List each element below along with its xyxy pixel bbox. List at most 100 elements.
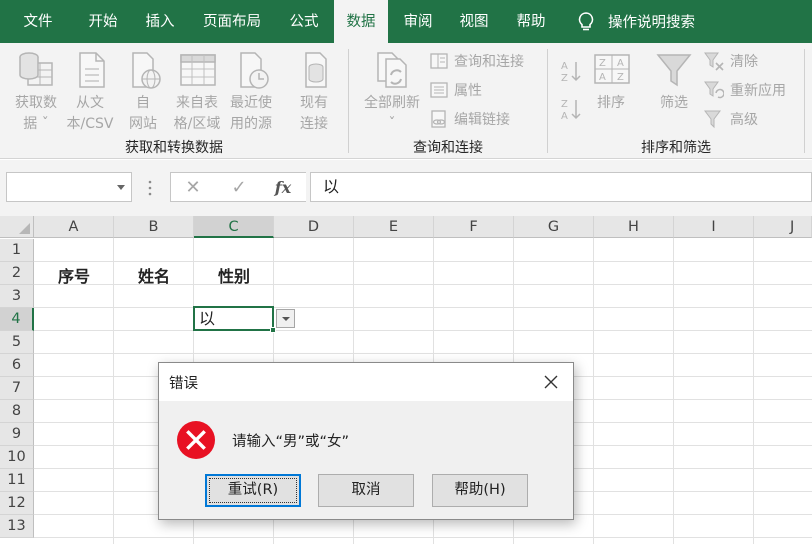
get-data-button[interactable]: 获取数 据 ˇ — [10, 49, 62, 135]
error-dialog: 错误 请输入“男”或“女” 重试(R) 取消 帮助(H) — [158, 362, 574, 520]
row-header-6[interactable]: 6 — [0, 354, 34, 377]
edit-links-button[interactable]: 编辑链接 — [430, 107, 510, 131]
column-header-d[interactable]: D — [274, 216, 354, 238]
column-header-a[interactable]: A — [34, 216, 114, 238]
row-header-7[interactable]: 7 — [0, 377, 34, 400]
advanced-filter-button[interactable]: 高级 — [704, 107, 758, 131]
sort-ascending-button[interactable]: A Z — [560, 59, 588, 83]
tab-view[interactable]: 视图 — [450, 0, 498, 43]
cancel-entry-icon[interactable]: ✕ — [181, 176, 205, 200]
properties-button[interactable]: 属性 — [430, 78, 482, 102]
tab-insert[interactable]: 插入 — [136, 0, 184, 43]
get-data-label-1: 获取数 — [15, 95, 57, 111]
svg-text:A: A — [561, 111, 568, 121]
connections-icon — [305, 52, 327, 88]
gridline — [34, 537, 812, 538]
ribbon-tab-bar: 文件 开始 插入 页面布局 公式 数据 审阅 视图 帮助 操作说明搜索 — [0, 0, 812, 43]
tab-help[interactable]: 帮助 — [507, 0, 555, 43]
properties-icon — [430, 82, 448, 98]
close-icon[interactable] — [537, 369, 565, 395]
group-label-sort-filter: 排序和筛选 — [641, 140, 711, 156]
edit-links-label: 编辑链接 — [454, 112, 510, 128]
tab-file[interactable]: 文件 — [8, 0, 68, 43]
sort-descending-button[interactable]: Z A — [560, 97, 588, 121]
sort-button[interactable]: Z A A Z 排序 — [588, 49, 634, 114]
active-cell-c4[interactable]: 以 — [193, 306, 276, 333]
text-file-icon — [79, 52, 105, 88]
row-header-8[interactable]: 8 — [0, 400, 34, 423]
refresh-all-button[interactable]: 全部刷新 ˇ — [358, 49, 426, 135]
column-header-c[interactable]: C — [194, 216, 274, 238]
formula-input[interactable]: 以 — [310, 172, 812, 202]
queries-connections-button[interactable]: 查询和连接 — [430, 49, 524, 73]
filter-button[interactable]: 筛选 — [652, 49, 696, 114]
advanced-filter-icon — [704, 110, 721, 129]
database-table-icon — [19, 52, 53, 86]
lightbulb-icon — [578, 11, 594, 30]
name-box[interactable] — [6, 172, 132, 202]
row-header-5[interactable]: 5 — [0, 331, 34, 354]
existing-connections-label-2: 连接 — [300, 116, 328, 132]
formula-buttons: ✕ ✓ fx — [170, 172, 306, 202]
recent-sources-button[interactable]: 最近使 用的源 — [226, 49, 276, 135]
existing-connections-button[interactable]: 现有 连接 — [290, 49, 338, 135]
tab-home[interactable]: 开始 — [74, 0, 132, 43]
cell-b2[interactable]: 姓名 — [114, 263, 194, 287]
retry-button[interactable]: 重试(R) — [205, 474, 301, 507]
row-header-1[interactable]: 1 — [0, 239, 34, 262]
column-header-e[interactable]: E — [354, 216, 434, 238]
dialog-message: 请输入“男”或“女” — [232, 434, 350, 450]
row-header-13[interactable]: 13 — [0, 515, 34, 538]
clear-filter-button[interactable]: 清除 — [704, 49, 758, 73]
recent-sources-label-2: 用的源 — [230, 116, 272, 132]
chevron-down-icon[interactable] — [117, 185, 125, 190]
tell-me-search[interactable]: 操作说明搜索 — [576, 0, 695, 43]
from-web-label-2: 网站 — [129, 116, 157, 132]
error-icon — [177, 421, 215, 459]
select-all-corner[interactable] — [0, 216, 34, 238]
column-header-f[interactable]: F — [434, 216, 514, 238]
reapply-filter-button[interactable]: 重新应用 — [704, 78, 786, 102]
row-header-9[interactable]: 9 — [0, 423, 34, 446]
gridline — [34, 261, 812, 262]
cell-a2[interactable]: 序号 — [34, 263, 114, 287]
column-header-b[interactable]: B — [114, 216, 194, 238]
cell-c2[interactable]: 性别 — [194, 263, 274, 287]
refresh-all-dropdown: ˇ — [388, 116, 396, 132]
row-header-3[interactable]: 3 — [0, 285, 34, 308]
row-header-12[interactable]: 12 — [0, 492, 34, 515]
insert-function-icon[interactable]: fx — [271, 176, 295, 200]
ribbon: 获取数 据 ˇ 从文 本/CSV 自 网站 来自表 格/区域 最近使 用的源 现… — [0, 43, 812, 159]
confirm-entry-icon[interactable]: ✓ — [227, 176, 251, 200]
table-icon — [180, 54, 216, 86]
tab-data[interactable]: 数据 — [334, 0, 388, 43]
tab-page-layout[interactable]: 页面布局 — [190, 0, 274, 43]
svg-text:Z: Z — [599, 58, 606, 69]
group-separator — [804, 49, 805, 153]
column-header-j[interactable]: J — [754, 216, 812, 238]
row-header-2[interactable]: 2 — [0, 262, 34, 285]
from-text-csv-button[interactable]: 从文 本/CSV — [62, 49, 118, 135]
from-web-button[interactable]: 自 网站 — [120, 49, 166, 135]
row-header-11[interactable]: 11 — [0, 469, 34, 492]
from-table-range-button[interactable]: 来自表 格/区域 — [168, 49, 226, 135]
column-header-i[interactable]: I — [674, 216, 754, 238]
drag-handle-icon[interactable] — [148, 178, 152, 198]
clear-filter-icon — [704, 52, 724, 71]
dialog-titlebar[interactable]: 错误 — [159, 363, 573, 401]
cancel-button[interactable]: 取消 — [318, 474, 414, 507]
tab-formulas[interactable]: 公式 — [280, 0, 328, 43]
gridline — [34, 330, 812, 331]
svg-text:A: A — [599, 72, 606, 83]
column-header-h[interactable]: H — [594, 216, 674, 238]
recent-sources-icon — [240, 52, 269, 89]
refresh-all-label: 全部刷新 — [364, 95, 420, 111]
column-header-g[interactable]: G — [514, 216, 594, 238]
row-header-4[interactable]: 4 — [0, 308, 34, 331]
help-button[interactable]: 帮助(H) — [432, 474, 528, 507]
refresh-all-icon — [377, 52, 407, 88]
row-header-10[interactable]: 10 — [0, 446, 34, 469]
validation-dropdown-button[interactable] — [276, 309, 295, 328]
sort-dialog-icon: Z A A Z — [594, 54, 630, 84]
tab-review[interactable]: 审阅 — [394, 0, 442, 43]
